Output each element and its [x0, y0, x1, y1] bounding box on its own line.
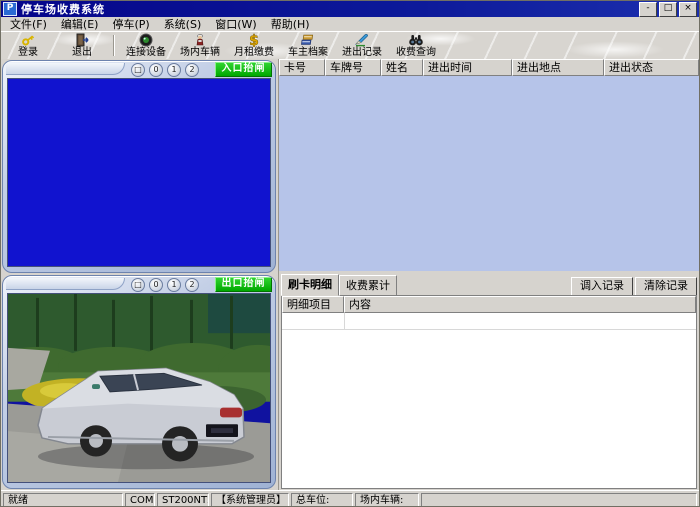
- records-header-row: 卡号 车牌号 姓名 进出时间 进出地点 进出状态: [279, 59, 699, 76]
- in-out-records-button[interactable]: 进出记录: [335, 32, 389, 59]
- record-pen-icon: [354, 33, 370, 47]
- camera-photo-car-scene: [8, 294, 270, 482]
- status-total-spaces: 总车位:: [291, 493, 353, 507]
- clear-records-button[interactable]: 清除记录: [635, 277, 697, 296]
- exit-channel-stop-button[interactable]: □: [131, 278, 145, 292]
- restore-button[interactable]: □: [659, 2, 677, 17]
- status-vehicles-inside: 场内车辆:: [355, 493, 419, 507]
- detail-table: 明细项目 内容: [281, 295, 697, 489]
- exit-camera-panel: □ 0 1 2 出口抬闸: [2, 275, 276, 489]
- toolbar-label: 收费查询: [396, 47, 436, 58]
- status-operator: 【系统管理员】: [211, 493, 289, 507]
- entrance-channel-2-button[interactable]: 2: [185, 63, 199, 77]
- menu-edit[interactable]: 编辑(E): [54, 16, 106, 32]
- camera-column: □ 0 1 2 入口抬闸 □ 0 1 2: [1, 59, 278, 490]
- menu-bar: 文件(F) 编辑(E) 停车(P) 系统(S) 窗口(W) 帮助(H): [1, 17, 699, 31]
- login-button[interactable]: 登录: [1, 32, 55, 59]
- status-device-model: ST200NT2: [157, 493, 209, 507]
- records-table-body[interactable]: [279, 76, 699, 271]
- toolbar-label: 登录: [18, 47, 38, 58]
- detail-table-body[interactable]: [282, 330, 696, 488]
- app-window: P 停车场收费系统 - □ × 文件(F) 编辑(E) 停车(P) 系统(S) …: [0, 0, 700, 507]
- device-lens-icon: [138, 33, 154, 47]
- exit-camera-header: □ 0 1 2 出口抬闸: [3, 276, 275, 292]
- owner-archive-button[interactable]: 车主档案: [281, 32, 335, 59]
- menu-file[interactable]: 文件(F): [3, 16, 54, 32]
- window-title: 停车场收费系统: [21, 1, 639, 17]
- menu-system[interactable]: 系统(S): [157, 16, 209, 32]
- entrance-channel-stop-button[interactable]: □: [131, 63, 145, 77]
- column-header-plate-no[interactable]: 车牌号: [325, 59, 381, 76]
- exit-button[interactable]: 退出: [55, 32, 109, 59]
- toolbar-label: 连接设备: [126, 47, 166, 58]
- title-bar: P 停车场收费系统 - □ ×: [1, 1, 699, 17]
- entrance-channel-0-button[interactable]: 0: [149, 63, 163, 77]
- vehicles-person-icon: [192, 33, 208, 47]
- entrance-camera-header: □ 0 1 2 入口抬闸: [3, 61, 275, 77]
- load-records-button[interactable]: 调入记录: [571, 277, 633, 296]
- binoculars-icon: [408, 33, 424, 47]
- toolbar-label: 退出: [72, 47, 92, 58]
- panel-tab-curve: [6, 278, 125, 290]
- detail-header-row: 明细项目 内容: [282, 296, 696, 313]
- status-empty: [421, 493, 697, 507]
- column-header-card-no[interactable]: 卡号: [279, 59, 325, 76]
- menu-parking[interactable]: 停车(P): [105, 16, 156, 32]
- right-column: 卡号 车牌号 姓名 进出时间 进出地点 进出状态 刷卡明细 收费累计 调入记录 …: [278, 59, 699, 490]
- exit-gate-open-button[interactable]: 出口抬闸: [215, 277, 272, 292]
- tab-card-detail[interactable]: 刷卡明细: [281, 274, 339, 296]
- main-area: □ 0 1 2 入口抬闸 □ 0 1 2: [1, 59, 699, 490]
- column-header-item[interactable]: 明细项目: [282, 296, 344, 313]
- menu-help[interactable]: 帮助(H): [264, 16, 317, 32]
- panel-tab-curve: [6, 63, 125, 75]
- detail-tab-row: 刷卡明细 收费累计 调入记录 清除记录: [281, 277, 697, 296]
- entrance-channel-1-button[interactable]: 1: [167, 63, 181, 77]
- app-icon: P: [3, 2, 17, 16]
- entrance-gate-open-button[interactable]: 入口抬闸: [215, 62, 272, 77]
- exit-door-icon: [74, 33, 90, 47]
- column-header-location[interactable]: 进出地点: [512, 59, 604, 76]
- status-ready: 就绪: [3, 493, 123, 507]
- key-icon: [20, 33, 36, 47]
- exit-channel-1-button[interactable]: 1: [167, 278, 181, 292]
- exit-channel-2-button[interactable]: 2: [185, 278, 199, 292]
- entrance-camera-panel: □ 0 1 2 入口抬闸: [2, 60, 276, 273]
- toolbar-label: 进出记录: [342, 47, 382, 58]
- toolbar-label: 场内车辆: [180, 47, 220, 58]
- column-header-time[interactable]: 进出时间: [423, 59, 512, 76]
- status-bar: 就绪 COM1 ST200NT2 【系统管理员】 总车位: 场内车辆:: [1, 490, 699, 507]
- detail-panel: 刷卡明细 收费累计 调入记录 清除记录 明细项目 内容: [279, 271, 699, 490]
- archive-book-icon: [300, 33, 316, 47]
- menu-window[interactable]: 窗口(W): [208, 16, 263, 32]
- detail-empty-row: [282, 313, 696, 330]
- minimize-button[interactable]: -: [639, 2, 657, 17]
- monthly-fee-button[interactable]: $ 月租缴费: [227, 32, 281, 59]
- svg-text:$: $: [249, 33, 259, 47]
- column-header-content[interactable]: 内容: [344, 296, 696, 313]
- close-button[interactable]: ×: [679, 2, 697, 17]
- in-out-records-table: 卡号 车牌号 姓名 进出时间 进出地点 进出状态: [279, 59, 699, 271]
- column-header-status[interactable]: 进出状态: [604, 59, 699, 76]
- dollar-icon: $: [246, 33, 262, 47]
- entrance-video-screen: [7, 78, 271, 267]
- toolbar-separator: [113, 35, 115, 56]
- status-com-port: COM1: [125, 493, 155, 507]
- vehicles-inside-button[interactable]: 场内车辆: [173, 32, 227, 59]
- tab-fee-total[interactable]: 收费累计: [339, 275, 397, 296]
- connect-device-button[interactable]: 连接设备: [119, 32, 173, 59]
- exit-channel-0-button[interactable]: 0: [149, 278, 163, 292]
- fee-query-button[interactable]: 收费查询: [389, 32, 443, 59]
- exit-video-screen: [7, 293, 271, 483]
- toolbar-label: 车主档案: [288, 47, 328, 58]
- column-header-name[interactable]: 姓名: [381, 59, 423, 76]
- toolbar-label: 月租缴费: [234, 47, 274, 58]
- toolbar: 登录 退出 连接设备 场内车辆 $ 月租缴费: [1, 31, 699, 59]
